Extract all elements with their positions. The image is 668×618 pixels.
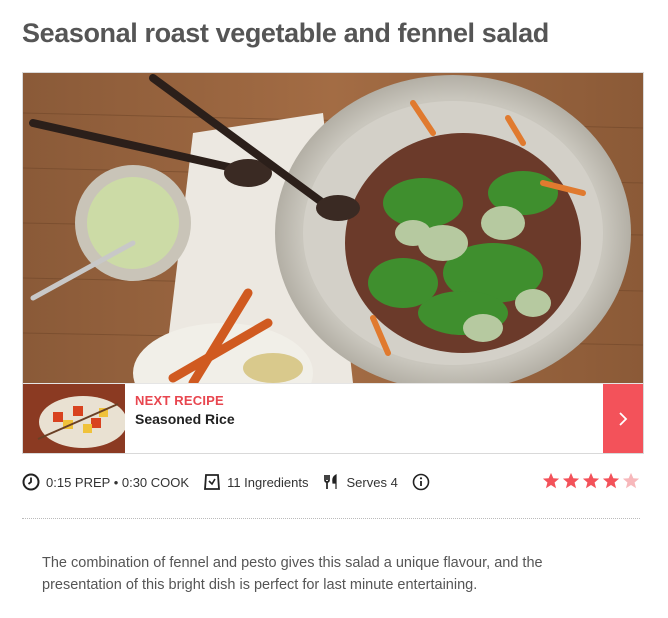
- star-icon: [582, 472, 600, 489]
- chevron-right-icon: [619, 412, 628, 426]
- star-icon: [562, 472, 580, 489]
- recipe-card: NEXT RECIPE Seasoned Rice: [22, 72, 644, 454]
- info-button[interactable]: [412, 473, 436, 491]
- serves-text: Serves 4: [346, 474, 398, 490]
- clock-icon: [22, 473, 40, 491]
- star-icon: [602, 472, 620, 489]
- next-recipe-name[interactable]: Seasoned Rice: [135, 411, 235, 427]
- recipe-description: The combination of fennel and pesto give…: [42, 555, 543, 593]
- star-icon: [542, 472, 560, 489]
- info-icon: [412, 473, 430, 491]
- recipe-meta: 0:15 PREP • 0:30 COOK 11 Ingredients Ser…: [22, 470, 644, 494]
- next-recipe-button[interactable]: [603, 384, 643, 453]
- time-info: 0:15 PREP • 0:30 COOK: [22, 473, 189, 491]
- serves-info: Serves 4: [323, 473, 398, 491]
- recipe-hero-image: [23, 73, 643, 383]
- page-title: Seasonal roast vegetable and fennel sala…: [22, 18, 549, 48]
- rating-stars[interactable]: [540, 472, 640, 490]
- next-recipe-label: NEXT RECIPE: [135, 393, 224, 408]
- next-recipe-thumbnail[interactable]: [23, 384, 125, 453]
- next-recipe-bar[interactable]: NEXT RECIPE Seasoned Rice: [23, 383, 643, 453]
- ingredients-text: 11 Ingredients: [227, 474, 309, 490]
- time-text: 0:15 PREP • 0:30 COOK: [46, 474, 190, 490]
- ingredients-info: 11 Ingredients: [203, 473, 309, 491]
- scale-icon: [204, 474, 221, 490]
- cutlery-icon: [323, 474, 337, 489]
- divider: [22, 518, 640, 519]
- star-empty-icon: [622, 472, 640, 489]
